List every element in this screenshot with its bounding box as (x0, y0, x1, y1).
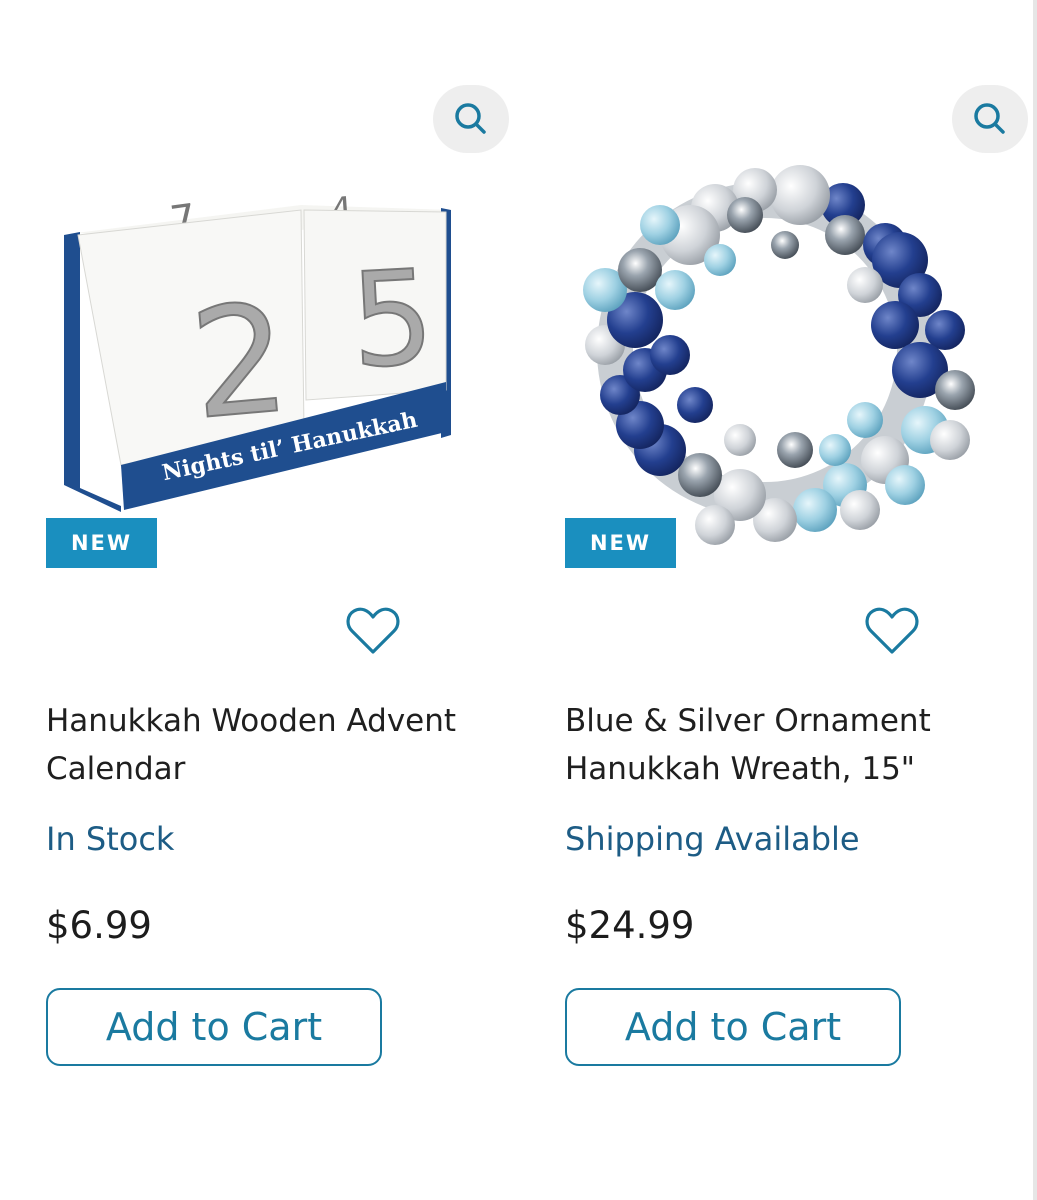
price: $24.99 (565, 904, 695, 947)
price: $6.99 (46, 904, 152, 947)
quick-view-button[interactable] (433, 85, 509, 153)
quick-view-button[interactable] (952, 85, 1028, 153)
front-digit: 2 (185, 272, 295, 454)
new-badge: NEW (565, 518, 676, 568)
front-digit: 5 (347, 241, 438, 397)
availability-status: Shipping Available (565, 820, 860, 858)
product-name-link[interactable]: Hanukkah Wooden Advent Calendar (46, 697, 476, 793)
search-icon (974, 103, 1005, 134)
heart-icon (346, 607, 400, 654)
add-to-cart-button[interactable]: Add to Cart (46, 988, 382, 1066)
wishlist-button[interactable] (344, 604, 402, 658)
product-name-link[interactable]: Blue & Silver Ornament Hanukkah Wreath, … (565, 697, 995, 793)
product-card: 7 4 2 5 Nights til’ Hanukkah NEW Hanukka… (46, 0, 526, 1200)
add-to-cart-button[interactable]: Add to Cart (565, 988, 901, 1066)
wreath (583, 165, 975, 545)
wishlist-button[interactable] (863, 604, 921, 658)
new-badge: NEW (46, 518, 157, 568)
product-grid: 7 4 2 5 Nights til’ Hanukkah NEW Hanukka… (0, 0, 1037, 1200)
product-image-ornament-wreath[interactable] (565, 150, 985, 550)
product-image-advent-calendar[interactable]: 7 4 2 5 Nights til’ Hanukkah (46, 150, 466, 550)
availability-status: In Stock (46, 820, 175, 858)
scrollbar[interactable] (1033, 0, 1037, 1200)
product-card: NEW Blue & Silver Ornament Hanukkah Wrea… (565, 0, 1037, 1200)
search-icon (455, 103, 486, 134)
heart-icon (865, 607, 919, 654)
